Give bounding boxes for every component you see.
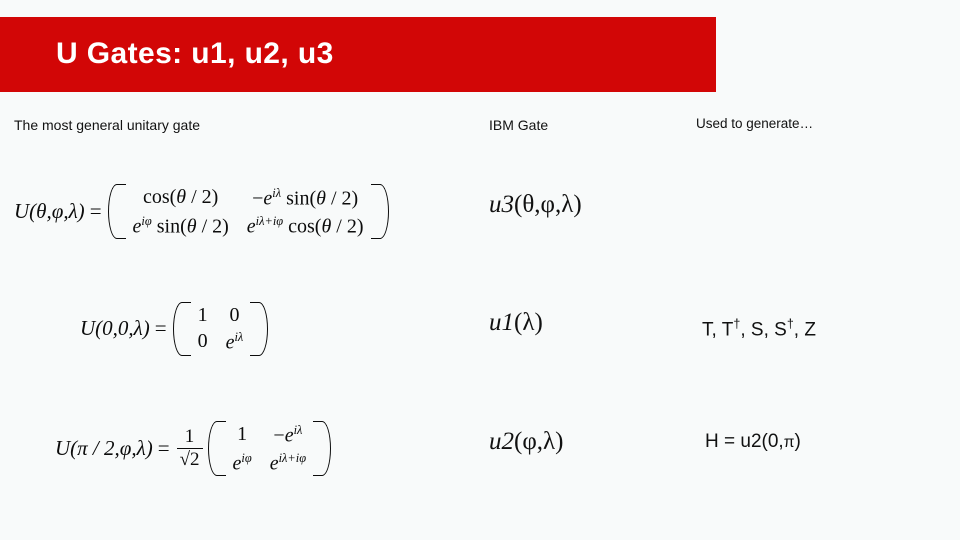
gate-label-u2: u2(φ,λ) bbox=[489, 428, 564, 455]
right-paren bbox=[370, 182, 391, 241]
matrix-u3: cos(θ / 2) −eiλ sin(θ / 2) eiφ sin(θ / 2… bbox=[106, 182, 391, 241]
dagger-icon: † bbox=[786, 317, 794, 331]
left-paren bbox=[206, 419, 226, 478]
generates-cell-u1: T, T†, S, S†, Z bbox=[702, 317, 816, 341]
right-paren bbox=[250, 300, 270, 358]
matrix-cell-1-0: eiφ bbox=[232, 450, 252, 475]
matrix-cell-0-0: 1 bbox=[197, 304, 208, 326]
equation-u1: U(0,0,λ) = 1 0 0 eiλ bbox=[80, 300, 270, 358]
left-paren bbox=[171, 300, 191, 358]
slide-canvas: U Gates: u1, u2, u3 The most general uni… bbox=[0, 0, 960, 540]
equation-u1-lhs: U(0,0,λ) bbox=[80, 316, 150, 341]
matrix-cell-1-1: eiλ bbox=[225, 330, 244, 354]
gate-label-u3: u3(θ,φ,λ) bbox=[489, 191, 582, 218]
matrix-cell-0-0: cos(θ / 2) bbox=[142, 186, 219, 208]
equation-u3-equals: = bbox=[89, 199, 102, 224]
right-paren bbox=[313, 419, 333, 478]
matrix-u1: 1 0 0 eiλ bbox=[171, 300, 271, 358]
prefactor-one-over-sqrt-two: 1 √2 bbox=[176, 427, 203, 470]
equation-u1-equals: = bbox=[154, 316, 167, 341]
matrix-u1-grid: 1 0 0 eiλ bbox=[182, 300, 260, 358]
equation-u3: U(θ,φ,λ) = cos(θ / 2) −eiλ sin(θ / 2) ei… bbox=[14, 182, 391, 241]
matrix-u2: 1 −eiλ eiφ eiλ+iφ bbox=[206, 419, 334, 478]
equation-u2: U(π / 2,φ,λ) = 1 √2 1 −eiλ eiφ eiλ+iφ bbox=[55, 419, 333, 478]
matrix-cell-1-1: eiλ+iφ bbox=[269, 450, 307, 475]
equation-u2-lhs: U(π / 2,φ,λ) bbox=[55, 436, 153, 461]
left-paren bbox=[106, 182, 126, 241]
matrix-cell-1-0: eiφ sin(θ / 2) bbox=[132, 213, 229, 238]
page-title: U Gates: u1, u2, u3 bbox=[56, 37, 334, 70]
equation-u2-equals: = bbox=[157, 436, 170, 461]
column-heading-middle: IBM Gate bbox=[489, 117, 549, 133]
matrix-cell-0-1: 0 bbox=[229, 304, 240, 326]
matrix-cell-1-0: 0 bbox=[197, 330, 208, 352]
matrix-cell-1-1: eiλ+iφ cos(θ / 2) bbox=[246, 213, 364, 238]
generates-cell-u2: H = u2(0,π) bbox=[705, 431, 801, 452]
matrix-u2-grid: 1 −eiλ eiφ eiλ+iφ bbox=[217, 419, 323, 478]
gate-label-u1: u1(λ) bbox=[489, 309, 543, 336]
column-heading-left: The most general unitary gate bbox=[14, 117, 200, 133]
matrix-cell-0-1: −eiλ bbox=[273, 423, 303, 447]
column-heading-right: Used to generate… bbox=[696, 116, 814, 131]
equation-u3-lhs: U(θ,φ,λ) bbox=[14, 199, 85, 224]
matrix-cell-0-1: −eiλ sin(θ / 2) bbox=[252, 186, 359, 210]
matrix-u3-grid: cos(θ / 2) −eiλ sin(θ / 2) eiφ sin(θ / 2… bbox=[117, 182, 380, 241]
matrix-cell-0-0: 1 bbox=[237, 423, 248, 445]
